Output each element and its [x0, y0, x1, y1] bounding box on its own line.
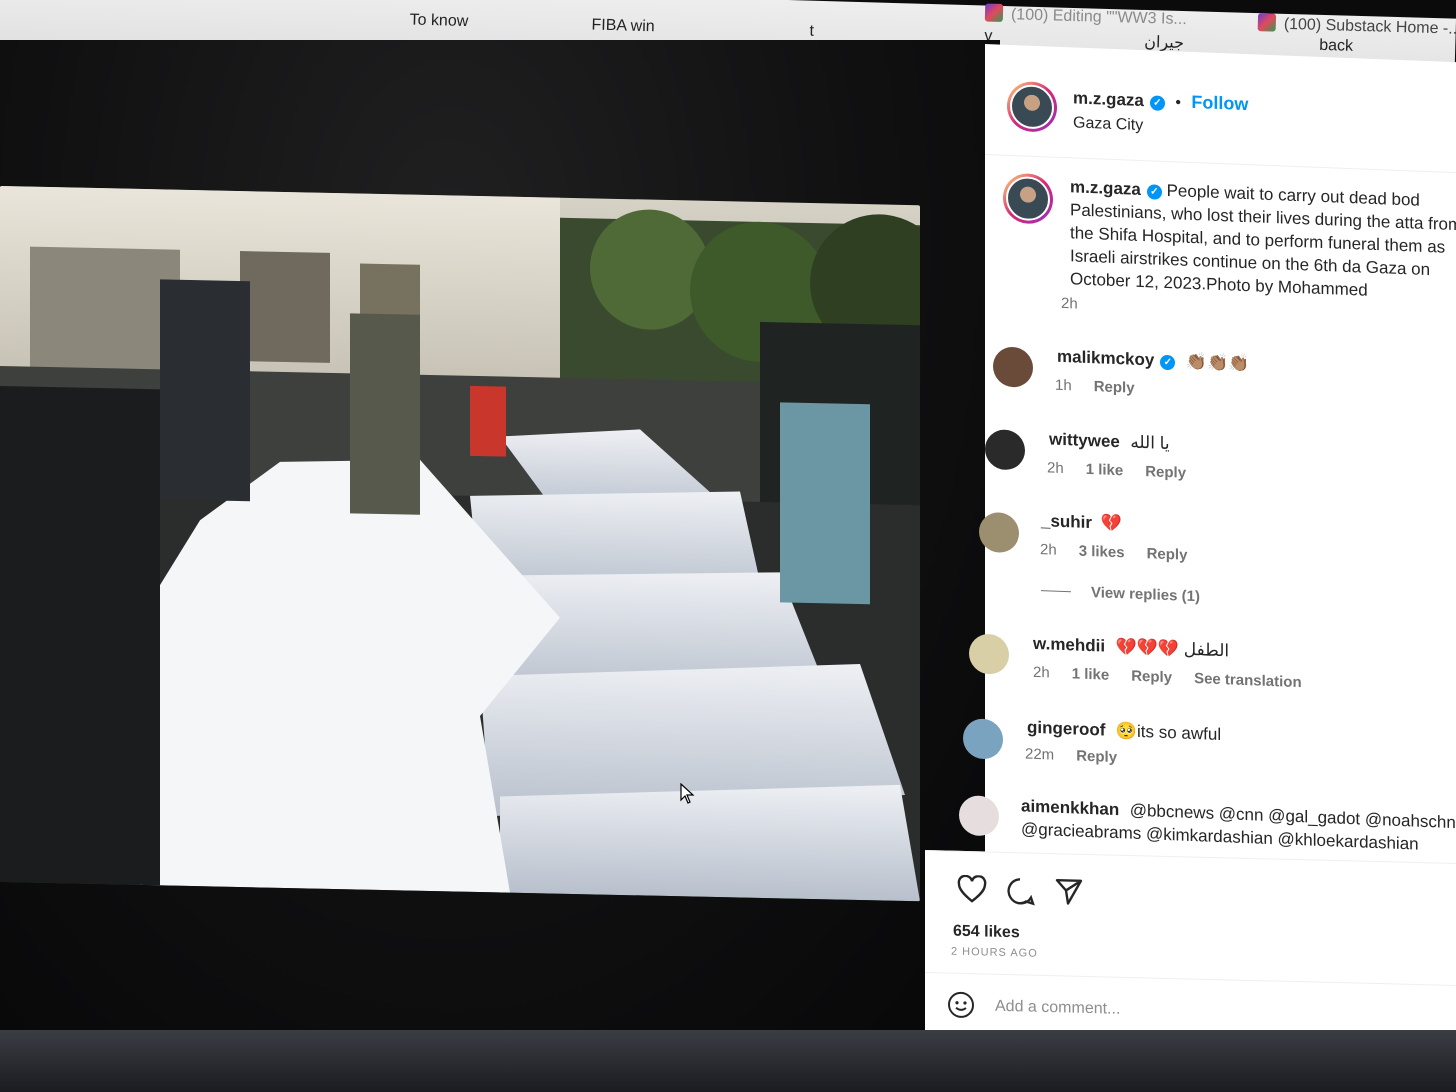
comment-body: _suhir 💔 — [1041, 511, 1122, 534]
comment-icon[interactable] — [1005, 876, 1035, 912]
comment-likes[interactable]: 3 likes — [1079, 543, 1125, 562]
comment-body: malikmckoy ✓ 👏🏽👏🏽👏🏽 — [1057, 347, 1249, 374]
comment-text: 👏🏽👏🏽👏🏽 — [1185, 351, 1250, 374]
heart-icon[interactable] — [957, 874, 987, 909]
comment-text: 💔 — [1100, 513, 1122, 534]
comment-time: 2h — [1047, 459, 1064, 478]
comment-reply-button[interactable]: Reply — [1147, 545, 1188, 564]
bookmark-fiba-win[interactable]: FIBA win — [591, 17, 655, 37]
comment-body: gingeroof 🥺its so awful — [1027, 718, 1221, 745]
comment-avatar[interactable] — [963, 718, 1003, 760]
comment-avatar[interactable] — [993, 346, 1033, 388]
comment-reply-button[interactable]: Reply — [1145, 463, 1186, 482]
comment-username[interactable]: wittywee — [1049, 429, 1120, 451]
post-caption: m.z.gaza ✓ People wait to carry out dead … — [1070, 175, 1456, 306]
add-comment-input[interactable]: Add a comment... — [995, 998, 1120, 1019]
comment-likes[interactable]: 1 like — [1072, 665, 1110, 683]
verified-badge-icon: ✓ — [1149, 95, 1165, 111]
mouse-cursor-icon — [680, 782, 696, 810]
verified-badge-icon: ✓ — [1146, 184, 1162, 200]
caption-text: People wait to carry out dead bod Palest… — [1070, 180, 1456, 300]
share-icon[interactable] — [1055, 877, 1083, 911]
tab-editing[interactable]: (100) Editing ""WW3 Is... — [984, 3, 1188, 30]
desktop-taskbar — [0, 1030, 1456, 1092]
comment-text: يا الله — [1130, 432, 1170, 454]
see-translation-button[interactable]: See translation — [1194, 670, 1302, 691]
avatar-image — [1010, 83, 1054, 130]
comment-username[interactable]: aimenkkhan — [1021, 796, 1119, 819]
view-replies-line — [1041, 590, 1071, 593]
caption-author-username[interactable]: m.z.gaza — [1070, 177, 1141, 199]
post-photo[interactable] — [0, 186, 920, 902]
caption-author-avatar[interactable] — [1003, 172, 1053, 225]
bookmark-to-know[interactable]: To know — [409, 11, 468, 31]
comment-meta: 2h 1 like Reply See translation — [1033, 664, 1302, 691]
tab-favicon-icon — [1257, 13, 1277, 32]
comment-reply-button[interactable]: Reply — [1094, 378, 1135, 397]
tab-favicon-icon — [984, 3, 1004, 23]
comment-body: wittywee يا الله — [1049, 429, 1170, 454]
post-actions-area: 654 likes 2 HOURS AGO Add a comment... — [925, 850, 1456, 1049]
follow-button[interactable]: Follow — [1191, 92, 1248, 114]
bookmark-t[interactable]: t — [809, 23, 814, 41]
comment-meta: 1h Reply — [1055, 377, 1135, 397]
tab-substack-label: (100) Substack Home -... — [1283, 15, 1456, 38]
comment-time: 22m — [1025, 745, 1055, 764]
comment-username[interactable]: gingeroof — [1027, 718, 1105, 740]
comment-time: 2h — [1033, 663, 1050, 682]
comment-meta: 2h 3 likes Reply — [1040, 541, 1187, 564]
bookmark-back[interactable]: back — [1319, 37, 1353, 56]
caption-time: 2h — [1061, 294, 1078, 313]
tab-substack[interactable]: (100) Substack Home -... — [1257, 13, 1456, 39]
likes-count[interactable]: 654 likes — [953, 923, 1020, 943]
tab-editing-label: (100) Editing ""WW3 Is... — [1010, 6, 1188, 29]
view-replies-label: View replies (1) — [1091, 584, 1200, 606]
emoji-icon[interactable] — [947, 991, 975, 1025]
post-photo-graphic — [0, 186, 920, 902]
comment-text: 💔💔💔 الطفل — [1115, 637, 1230, 661]
avatar-image — [1006, 175, 1050, 222]
comment-username[interactable]: w.mehdii — [1033, 634, 1105, 656]
comment-likes[interactable]: 1 like — [1086, 461, 1124, 479]
comment-time: 1h — [1055, 376, 1072, 395]
post-location[interactable]: Gaza City — [1073, 114, 1143, 135]
comment-reply-button[interactable]: Reply — [1131, 668, 1172, 687]
post-author-avatar[interactable] — [1007, 80, 1057, 133]
comment-body: w.mehdii 💔💔💔 الطفل — [1033, 634, 1229, 662]
verified-badge-icon: ✓ — [1160, 354, 1176, 371]
comment-avatar[interactable] — [969, 633, 1009, 675]
view-replies-link[interactable]: View replies (1) — [1041, 582, 1200, 605]
comment-time: 2h — [1040, 541, 1057, 559]
comment-reply-button[interactable]: Reply — [1076, 748, 1117, 767]
comment-meta: 2h 1 like Reply — [1047, 459, 1186, 481]
post-author-username[interactable]: m.z.gaza — [1073, 88, 1144, 110]
comment-username[interactable]: _suhir — [1041, 511, 1092, 532]
comment-text: 🥺its so awful — [1115, 721, 1222, 745]
comment-box-divider — [925, 972, 1456, 987]
comment-meta: 22m Reply — [1025, 746, 1117, 767]
comment-avatar[interactable] — [979, 511, 1019, 554]
comment-username[interactable]: malikmckoy — [1057, 347, 1154, 370]
comment-avatar[interactable] — [959, 795, 999, 837]
separator-dot: • — [1175, 94, 1181, 112]
header-divider — [985, 154, 1456, 174]
comment-body: aimenkkhan @bbcnews @cnn @gal_gadot @noa… — [1021, 795, 1456, 856]
comment-avatar[interactable] — [985, 429, 1025, 471]
post-time-ago: 2 HOURS AGO — [951, 945, 1038, 960]
